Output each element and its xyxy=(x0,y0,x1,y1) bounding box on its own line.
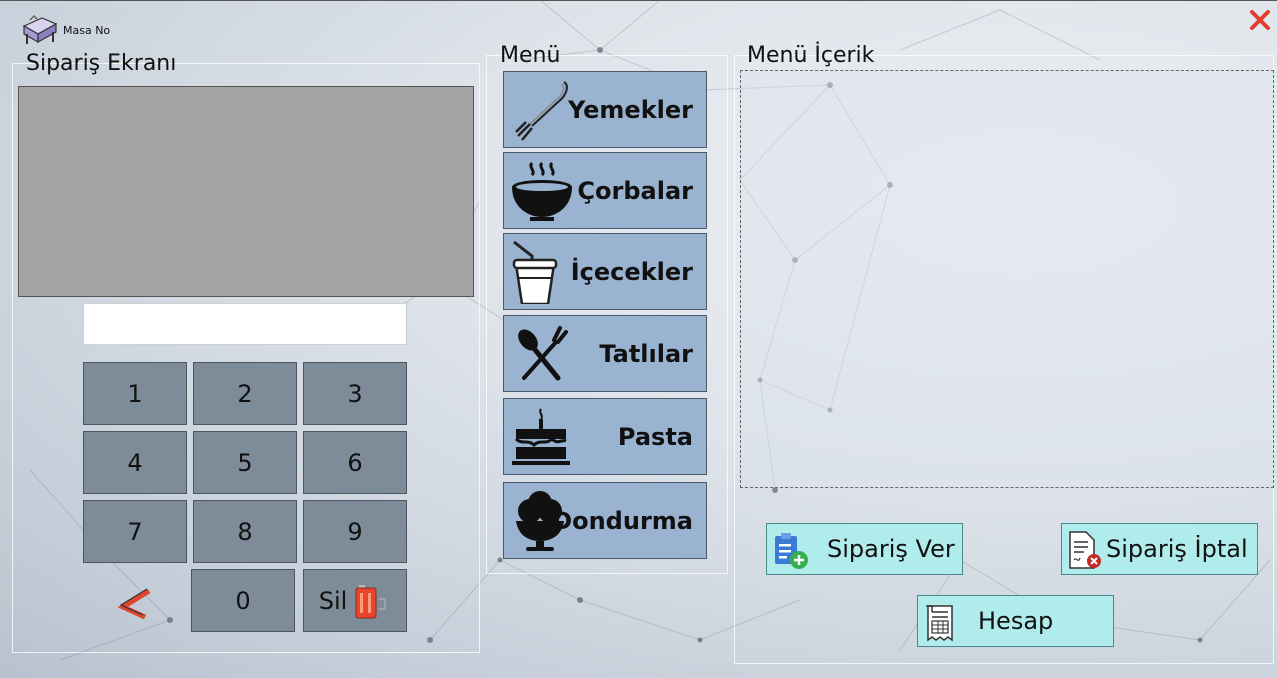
clipboard-add-icon xyxy=(775,533,808,569)
menu-button-label: İçecekler xyxy=(570,257,693,286)
menu-button-yemekler[interactable]: Yemekler xyxy=(503,71,707,148)
table-number-label: Masa No xyxy=(63,24,111,37)
place-order-label: Sipariş Ver xyxy=(827,535,955,563)
menu-button-label: Yemekler xyxy=(567,95,693,124)
trash-battery-icon xyxy=(355,584,387,618)
bill-button[interactable]: Hesap xyxy=(917,595,1114,647)
menu-content-title: Menü İçerik xyxy=(747,43,875,68)
cancel-order-button[interactable]: Sipariş İptal xyxy=(1061,523,1258,575)
keypad-button-6[interactable]: 6 xyxy=(303,431,407,494)
menu-button-label: Dondurma xyxy=(552,506,693,535)
delete-button[interactable]: Sil xyxy=(303,569,407,632)
place-order-button[interactable]: Sipariş Ver xyxy=(766,523,963,575)
receipt-icon xyxy=(926,605,953,642)
keypad-button-1[interactable]: 1 xyxy=(83,362,187,425)
cake-icon xyxy=(512,408,570,465)
order-panel-title: Sipariş Ekranı xyxy=(26,51,177,76)
keypad-button-5[interactable]: 5 xyxy=(193,431,297,494)
menu-button-pasta[interactable]: Pasta xyxy=(503,398,707,475)
window-top-border xyxy=(0,0,1277,1)
dining-table-icon xyxy=(20,12,58,48)
menu-button-corbalar[interactable]: Çorbalar xyxy=(503,152,707,229)
backspace-arrow-icon xyxy=(117,587,151,619)
order-display-panel xyxy=(18,86,474,297)
menu-panel-title: Menü xyxy=(500,43,561,68)
menu-button-label: Çorbalar xyxy=(577,176,693,205)
keypad-button-2[interactable]: 2 xyxy=(193,362,297,425)
cancel-order-label: Sipariş İptal xyxy=(1106,535,1248,563)
keypad-button-7[interactable]: 7 xyxy=(83,500,187,563)
menu-button-icecekler[interactable]: İçecekler xyxy=(503,233,707,310)
keypad-button-3[interactable]: 3 xyxy=(303,362,407,425)
fork-icon xyxy=(515,81,568,141)
keypad-button-0[interactable]: 0 xyxy=(191,569,295,632)
drink-cup-icon xyxy=(512,240,558,304)
menu-button-label: Pasta xyxy=(617,422,693,451)
close-button[interactable] xyxy=(1246,6,1274,34)
backspace-button[interactable] xyxy=(83,569,187,632)
keypad-button-4[interactable]: 4 xyxy=(83,431,187,494)
document-cancel-icon xyxy=(1069,531,1101,569)
menu-button-label: Tatlılar xyxy=(599,339,693,368)
menu-content-area[interactable] xyxy=(740,70,1274,488)
keypad-button-8[interactable]: 8 xyxy=(193,500,297,563)
menu-button-tatlilar[interactable]: Tatlılar xyxy=(503,315,707,392)
soup-bowl-icon xyxy=(512,161,572,221)
keypad-button-9[interactable]: 9 xyxy=(303,500,407,563)
menu-button-dondurma[interactable]: Dondurma xyxy=(503,482,707,559)
crossed-cutlery-icon xyxy=(518,326,568,381)
bill-label: Hesap xyxy=(978,607,1054,635)
close-x-icon xyxy=(1250,10,1270,30)
delete-button-label: Sil xyxy=(318,586,348,615)
quantity-input[interactable] xyxy=(83,303,407,345)
